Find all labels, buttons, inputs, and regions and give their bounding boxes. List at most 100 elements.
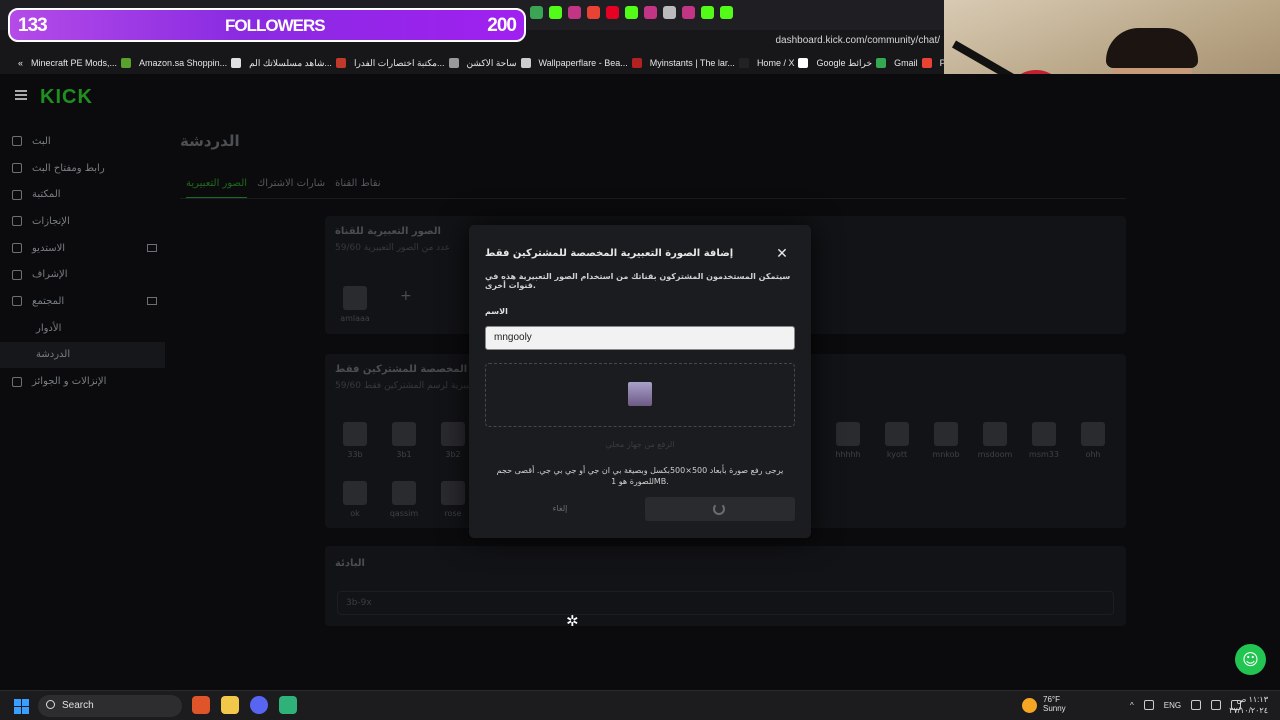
emote-image: [1032, 422, 1056, 446]
submit-button[interactable]: [645, 497, 795, 521]
bookmark-favicon-icon: [631, 58, 642, 68]
emote-item[interactable]: 3b2: [433, 422, 473, 459]
app-icon[interactable]: [279, 696, 297, 714]
followers-count: 133: [18, 15, 48, 36]
bookmark-favicon-icon: [335, 58, 346, 68]
upload-local-label[interactable]: الرفع من جهاز محلي: [469, 440, 811, 449]
emote-label: hhhhh: [835, 450, 861, 459]
sidebar-item-label: الاستديو: [32, 242, 66, 254]
bookmarks-expand-icon[interactable]: «: [18, 58, 23, 68]
tab-1[interactable]: الصور التعبيرية: [186, 178, 248, 199]
emote-preview-image: [628, 382, 652, 406]
tab-favicon[interactable]: [644, 6, 657, 19]
sidebar-item-label: رابط ومفتاح البث: [32, 162, 105, 174]
sidebar-extra-icon[interactable]: [147, 297, 157, 306]
emote-label: ohh: [1085, 450, 1101, 459]
emote-item[interactable]: 33b: [335, 422, 375, 459]
sidebar-item-icon: [12, 269, 22, 280]
volume-icon[interactable]: [1211, 700, 1222, 710]
emote-item[interactable]: qassim: [384, 481, 424, 518]
sidebar-item[interactable]: الأدوار: [0, 315, 165, 342]
emote-item[interactable]: rose: [433, 481, 473, 518]
bookmark-label: Minecraft PE Mods,...: [31, 58, 118, 68]
tab-favicon[interactable]: [549, 6, 562, 19]
tab-2[interactable]: شارات الاشتراك: [257, 178, 325, 199]
tab-favicon[interactable]: [568, 6, 581, 19]
bookmark-label: شاهد مسلسلاتك الم...: [249, 57, 332, 68]
tab-favicon[interactable]: [625, 6, 638, 19]
kick-logo[interactable]: KICK: [40, 86, 93, 109]
emote-item[interactable]: msdoom: [975, 422, 1015, 459]
menu-icon[interactable]: [15, 90, 27, 100]
bookmark-item[interactable]: Amazon.sa Shoppin...: [139, 58, 242, 68]
tab-favicon[interactable]: [587, 6, 600, 19]
taskbar-search[interactable]: Search: [38, 695, 182, 717]
tab-favicon[interactable]: [663, 6, 676, 19]
sidebar-item[interactable]: رابط ومفتاح البث: [0, 155, 165, 182]
bookmark-item[interactable]: ساحة الاكشن: [467, 58, 531, 69]
close-icon[interactable]: ✕: [775, 247, 789, 261]
file-explorer-icon[interactable]: [221, 696, 239, 714]
emote-label: msm33: [1029, 450, 1059, 459]
bookmark-item[interactable]: شاهد مسلسلاتك الم...: [249, 58, 346, 69]
url-text[interactable]: dashboard.kick.com/community/chat/: [775, 35, 940, 46]
sidebar-item-icon: [12, 376, 22, 387]
emote-item[interactable]: kyott: [877, 422, 917, 459]
weather-widget[interactable]: 76°F Sunny: [1022, 695, 1066, 713]
chevron-up-icon[interactable]: ^: [1130, 701, 1134, 710]
bookmark-item[interactable]: Gmail: [894, 58, 932, 68]
clock[interactable]: ١١:١٣ ص ٢٧/١٠/٢٠٢٤: [1229, 694, 1268, 716]
support-chat-button[interactable]: ☺: [1235, 644, 1266, 675]
sidebar-extra-icon[interactable]: [147, 243, 157, 252]
tab-icons[interactable]: [530, 6, 733, 19]
followers-title: FOLLOWERS: [225, 16, 326, 35]
emote-item[interactable]: 3b1: [384, 422, 424, 459]
sidebar-item[interactable]: المكتبة: [0, 181, 165, 208]
network-icon[interactable]: [1191, 700, 1202, 710]
page-title: الدردشة: [180, 132, 240, 150]
emote-image: [343, 422, 367, 446]
name-field[interactable]: mngooly: [485, 326, 795, 350]
bookmark-item[interactable]: Google خرائط: [816, 58, 887, 69]
emote-label: 3b1: [396, 450, 412, 459]
bookmark-item[interactable]: Wallpaperflare - Bea...: [539, 58, 642, 68]
sidebar-item[interactable]: البث: [0, 128, 165, 155]
sidebar-item-label: الأدوار: [36, 322, 62, 334]
brave-icon[interactable]: [192, 696, 210, 714]
emote-item[interactable]: hhhhh: [828, 422, 868, 459]
emote-image: [441, 422, 465, 446]
tab-favicon[interactable]: [530, 6, 543, 19]
sidebar-item[interactable]: الإشراف: [0, 261, 165, 288]
add-emote-icon[interactable]: +: [400, 288, 412, 304]
tab-3[interactable]: نقاط القناة: [335, 178, 381, 199]
tab-favicon[interactable]: [606, 6, 619, 19]
tab-favicon[interactable]: [720, 6, 733, 19]
emote-item[interactable]: ohh: [1073, 422, 1113, 459]
bookmark-item[interactable]: Minecraft PE Mods,...: [31, 58, 132, 68]
emote-label: kyott: [886, 450, 908, 459]
cancel-button[interactable]: إلغاء: [485, 497, 635, 521]
sidebar-item[interactable]: المجتمع: [0, 288, 165, 315]
emote-item[interactable]: msm33: [1024, 422, 1064, 459]
bookmark-item[interactable]: Home / X: [757, 58, 809, 68]
bookmark-favicon-icon: [921, 58, 932, 68]
emote-item[interactable]: amlaaa: [335, 286, 375, 323]
kickid-input[interactable]: 3b-9x: [337, 591, 1114, 615]
microphone-icon[interactable]: [1143, 700, 1154, 710]
windows-start-icon[interactable]: [14, 699, 29, 714]
bookmark-item[interactable]: Myinstants | The lar...: [650, 58, 749, 68]
emote-item[interactable]: mnkob: [926, 422, 966, 459]
taskbar: Search 76°F Sunny ^ ENG ١١:١٣ ص ٢٧/١٠/٢٠…: [0, 690, 1280, 720]
upload-dropzone[interactable]: [485, 363, 795, 427]
bookmark-item[interactable]: مكتبة اختصارات الفدرا...: [354, 58, 459, 69]
sidebar-item[interactable]: الدردشة: [0, 341, 165, 369]
emote-item[interactable]: ok: [335, 481, 375, 518]
tab-favicon[interactable]: [701, 6, 714, 19]
discord-icon[interactable]: [250, 696, 268, 714]
language-indicator[interactable]: ENG: [1164, 701, 1181, 710]
sun-icon: [1022, 698, 1037, 713]
sidebar-item[interactable]: الإنجازات: [0, 208, 165, 235]
tab-favicon[interactable]: [682, 6, 695, 19]
sidebar-item[interactable]: الاستديو: [0, 235, 165, 262]
sidebar-item[interactable]: الإنزالات و الجوائز: [0, 368, 165, 395]
